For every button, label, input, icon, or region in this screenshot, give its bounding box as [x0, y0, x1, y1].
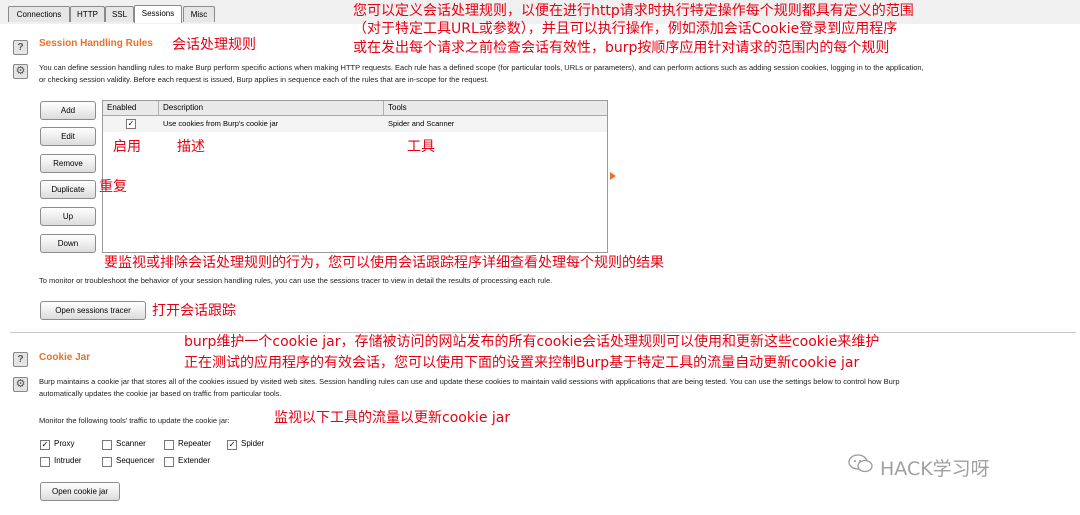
sessions-panel: ? ⚙ Session Handling Rules 会话处理规则 You ca… — [0, 24, 1080, 515]
annotation-cookie-line2: 正在测试的应用程序的有效会话，您可以使用下面的设置来控制Burp基于特定工具的流… — [184, 355, 860, 371]
gear-icon[interactable]: ⚙ — [13, 64, 28, 79]
tracer-description: To monitor or troubleshoot the behavior … — [39, 276, 553, 285]
help-icon[interactable]: ? — [13, 40, 28, 55]
edit-rule-button[interactable]: Edit — [40, 127, 96, 146]
proxy-label: Proxy — [54, 439, 75, 448]
intruder-checkbox[interactable] — [40, 457, 50, 467]
extender-checkbox[interactable] — [164, 457, 174, 467]
session-handling-description-line2: or checking session validity. Before eac… — [39, 75, 489, 84]
extender-label: Extender — [178, 456, 211, 465]
annotation-duplicate: 重复 — [99, 179, 127, 195]
rule-enabled-checkbox[interactable]: ✓ — [126, 119, 136, 129]
tab-connections[interactable]: Connections — [8, 6, 70, 22]
open-cookie-jar-button[interactable]: Open cookie jar — [40, 482, 120, 501]
annotation-enabled: 启用 — [113, 139, 141, 155]
move-up-button[interactable]: Up — [40, 207, 96, 226]
annotation-tools: 工具 — [407, 139, 435, 155]
tab-misc[interactable]: Misc — [183, 6, 215, 22]
cookie-jar-description-line2: automatically updates the cookie jar bas… — [39, 389, 282, 398]
scanner-checkbox[interactable] — [102, 440, 112, 450]
remove-rule-button[interactable]: Remove — [40, 154, 96, 173]
open-sessions-tracer-button[interactable]: Open sessions tracer — [40, 301, 146, 320]
table-header: Enabled Description Tools — [103, 101, 607, 116]
annotation-open-tracer: 打开会话跟踪 — [152, 303, 236, 319]
annotation-top-line3: 或在发出每个请求之前检查会话有效性，burp按顺序应用针对请求的范围内的每个规则 — [353, 40, 890, 56]
annotation-cookie-line1: burp维护一个cookie jar，存储被访问的网站发布的所有cookie会话… — [184, 334, 880, 350]
table-row[interactable]: ✓ Use cookies from Burp's cookie jar Spi… — [103, 116, 607, 132]
proxy-checkbox[interactable]: ✓ — [40, 440, 50, 450]
section-title-cookie-jar: Cookie Jar — [39, 352, 91, 363]
watermark: HACK学习呀 — [880, 458, 990, 480]
column-header-description[interactable]: Description — [159, 101, 384, 115]
gear-icon[interactable]: ⚙ — [13, 377, 28, 392]
session-rules-table[interactable]: Enabled Description Tools ✓ Use cookies … — [102, 100, 608, 253]
section-divider — [10, 332, 1076, 333]
repeater-label: Repeater — [178, 439, 211, 448]
help-icon[interactable]: ? — [13, 352, 28, 367]
rule-tools-cell: Spider and Scanner — [388, 119, 455, 128]
annotation-top-line1: 您可以定义会话处理规则，以便在进行http请求时执行特定操作每个规则都具有定义的… — [353, 3, 914, 19]
annotation-monitor-note: 监视以下工具的流量以更新cookie jar — [274, 410, 511, 426]
add-rule-button[interactable]: Add — [40, 101, 96, 120]
tab-ssl[interactable]: SSL — [105, 6, 134, 22]
column-header-enabled[interactable]: Enabled — [103, 101, 159, 115]
annotation-session-rules: 会话处理规则 — [172, 37, 256, 53]
expand-arrow-icon[interactable] — [610, 172, 616, 180]
move-down-button[interactable]: Down — [40, 234, 96, 253]
cookie-jar-description-line1: Burp maintains a cookie jar that stores … — [39, 377, 900, 386]
session-handling-description-line1: You can define session handling rules to… — [39, 63, 924, 72]
scanner-label: Scanner — [116, 439, 146, 448]
sequencer-checkbox[interactable] — [102, 457, 112, 467]
section-title-session-handling: Session Handling Rules — [39, 38, 153, 49]
annotation-tracer-note: 要监视或排除会话处理规则的行为，您可以使用会话跟踪程序详细查看处理每个规则的结果 — [104, 255, 664, 271]
annotation-top-line2: （对于特定工具URL或参数），并且可以执行操作，例如添加会话Cookie登录到应… — [353, 21, 898, 37]
repeater-checkbox[interactable] — [164, 440, 174, 450]
intruder-label: Intruder — [54, 456, 82, 465]
annotation-description: 描述 — [177, 139, 205, 155]
duplicate-rule-button[interactable]: Duplicate — [40, 180, 96, 199]
rule-description-cell: Use cookies from Burp's cookie jar — [163, 119, 279, 128]
sequencer-label: Sequencer — [116, 456, 155, 465]
tab-sessions[interactable]: Sessions — [134, 5, 182, 23]
spider-checkbox[interactable]: ✓ — [227, 440, 237, 450]
spider-label: Spider — [241, 439, 265, 448]
tab-http[interactable]: HTTP — [70, 6, 105, 22]
monitor-tools-label: Monitor the following tools' traffic to … — [39, 416, 230, 425]
column-header-tools[interactable]: Tools — [384, 101, 607, 115]
wechat-icon — [848, 454, 874, 474]
